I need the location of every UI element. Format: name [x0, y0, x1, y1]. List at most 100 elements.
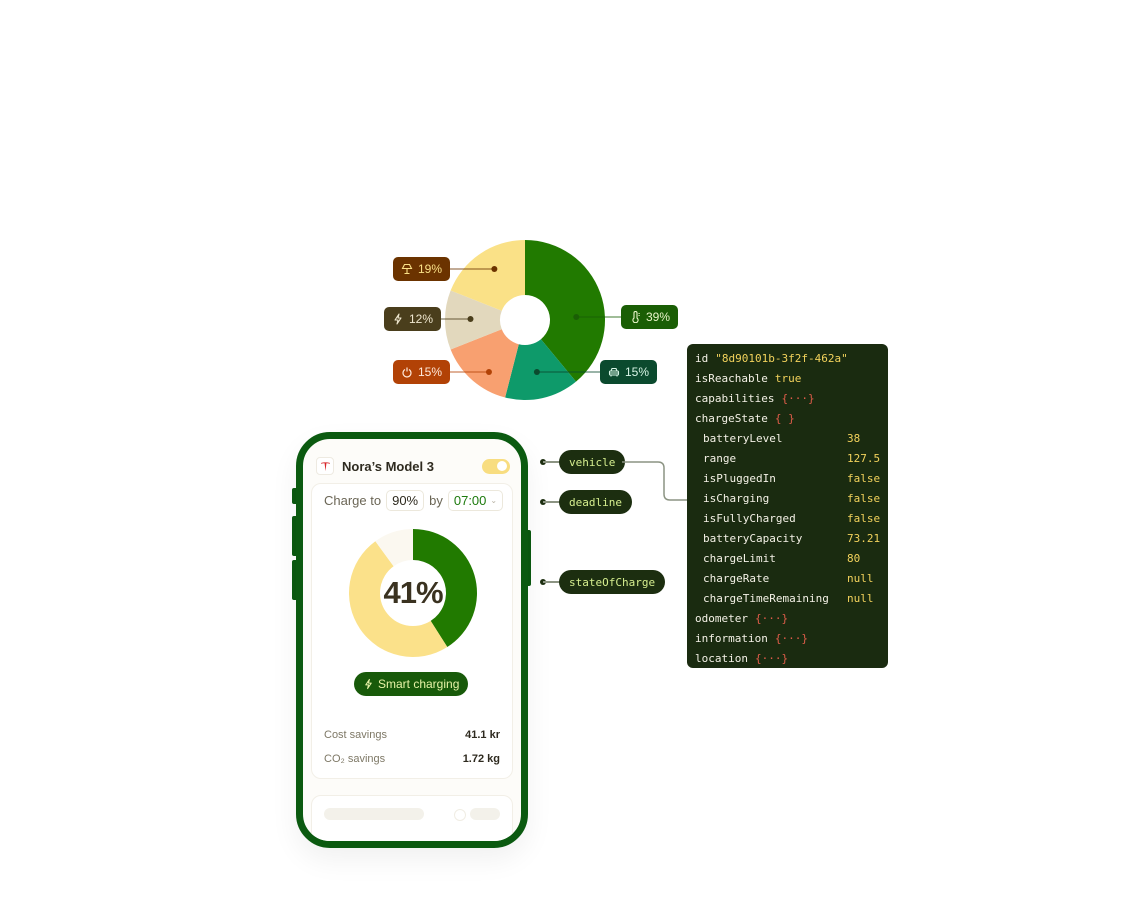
json-row-isReachable: isReachable true	[695, 368, 888, 388]
thermometer-icon	[632, 311, 640, 323]
json-key: chargeState	[695, 411, 768, 425]
json-key: isReachable	[695, 371, 768, 385]
lamp-icon	[401, 263, 413, 275]
json-row-odometer[interactable]: odometer {···}	[695, 608, 888, 628]
json-value: null	[847, 591, 874, 605]
pie-label-heating: 39%	[621, 305, 679, 329]
json-key: chargeLimit	[703, 551, 776, 565]
charge-card: Charge to 90% by 07:00 ⌄ 41% Smart charg…	[311, 483, 513, 779]
json-row-isFullyCharged: isFullyCharged false	[695, 508, 888, 528]
chevron-down-icon: ⌄	[490, 496, 498, 505]
pie-label-standby: 15%	[393, 360, 451, 384]
deadline-time-value: 07:00	[453, 493, 487, 508]
charge-target-select[interactable]: 90%	[386, 490, 425, 511]
json-row-isCharging: isCharging false	[695, 488, 888, 508]
pie-marker-dot	[533, 369, 540, 375]
vehicle-json-panel: id "8d90101b-3f2f-462a" isReachable true cap…	[687, 344, 888, 668]
stat-value: 41.1 kr	[465, 729, 500, 741]
json-key: chargeTimeRemaining	[703, 591, 829, 605]
placeholder-icon	[454, 809, 466, 821]
field-vehicle: vehicle	[559, 450, 626, 474]
json-row-chargeState[interactable]: chargeState { }	[695, 408, 888, 428]
phone-mockup: Nora’s Model 3 Charge to 90% by 07:00 ⌄ …	[296, 432, 528, 848]
json-value: false	[847, 491, 881, 505]
json-value: 127.5	[847, 451, 881, 465]
json-row-location[interactable]: location {···}	[695, 648, 888, 668]
json-key: information	[695, 631, 768, 645]
by-label: by	[429, 493, 443, 508]
pie-label-value: 15%	[418, 365, 443, 379]
json-key: odometer	[695, 611, 748, 625]
vehicle-header: Nora’s Model 3	[316, 453, 510, 479]
vehicle-toggle[interactable]	[482, 458, 510, 474]
pie-label-lighting: 19%	[393, 257, 451, 281]
pie-label-value: 15%	[625, 365, 650, 379]
tesla-logo-icon	[316, 457, 334, 475]
deadline-time-select[interactable]: 07:00 ⌄	[447, 490, 504, 511]
json-row-isPluggedIn: isPluggedIn false	[695, 468, 888, 488]
pie-label-other: 12%	[384, 307, 442, 331]
json-key: location	[695, 651, 748, 665]
pie-marker-dot	[491, 266, 498, 272]
json-collapse-toggle[interactable]: { }	[775, 412, 795, 425]
pie-label-vehicle: 15%	[600, 360, 658, 384]
pie-label-value: 39%	[646, 310, 671, 324]
json-row-batteryCapacity: batteryCapacity 73.21	[695, 528, 888, 548]
vehicle-name: Nora’s Model 3	[342, 458, 434, 474]
lightning-icon	[365, 678, 372, 690]
json-collapse-toggle[interactable]: {···}	[781, 392, 814, 405]
pie-label-value: 19%	[418, 262, 443, 276]
stat-row-cost: Cost savings 41.1 kr	[324, 729, 500, 741]
power-icon	[402, 367, 412, 378]
pie-marker-dot	[467, 316, 474, 322]
stat-value: 1.72 kg	[462, 753, 500, 765]
json-value: 80	[847, 551, 861, 565]
json-value: "8d90101b-3f2f-462a"	[715, 351, 848, 365]
json-collapse-toggle[interactable]: {···}	[755, 612, 788, 625]
state-of-charge-value: 41%	[383, 575, 443, 610]
charge-to-label: Charge to	[324, 493, 382, 508]
json-key: capabilities	[695, 391, 775, 405]
car-icon	[608, 367, 620, 377]
pie-slice-heating	[525, 240, 605, 382]
json-value: null	[847, 571, 874, 585]
pie-slice-other	[445, 290, 502, 350]
lightning-icon	[394, 313, 402, 325]
json-key: isCharging	[703, 491, 770, 505]
state-of-charge-ring: 41%	[348, 528, 478, 658]
skeleton-pill	[470, 808, 500, 820]
pie-label-value: 12%	[409, 312, 434, 326]
smart-charging-button[interactable]: Smart charging	[354, 672, 469, 696]
json-value: 38	[847, 431, 861, 445]
json-key: chargeRate	[703, 571, 770, 585]
json-key: isFullyCharged	[703, 511, 796, 525]
json-row-id: id "8d90101b-3f2f-462a"	[695, 348, 888, 368]
json-value: false	[847, 471, 881, 485]
smart-charging-label: Smart charging	[378, 677, 460, 691]
stat-label: CO₂ savings	[324, 753, 386, 765]
json-row-information[interactable]: information {···}	[695, 628, 888, 648]
json-key: isPluggedIn	[703, 471, 776, 485]
json-key: batteryCapacity	[703, 531, 803, 545]
json-value: false	[847, 511, 881, 525]
json-value: true	[774, 371, 802, 385]
stat-label: Cost savings	[324, 729, 387, 741]
pie-slice-lighting	[450, 240, 525, 311]
vehicle-connector-line	[622, 461, 688, 501]
json-row-range: range 127.5	[695, 448, 888, 468]
pie-marker-dot	[485, 369, 492, 375]
json-row-chargeRate: chargeRate null	[695, 568, 888, 588]
json-row-capabilities[interactable]: capabilities {···}	[695, 388, 888, 408]
json-key: id	[695, 351, 709, 365]
placeholder-card	[311, 795, 513, 841]
json-row-chargeTimeRemaining: chargeTimeRemaining null	[695, 588, 888, 608]
json-row-batteryLevel: batteryLevel 38	[695, 428, 888, 448]
pie-slice-vehicle	[505, 339, 576, 401]
json-key: batteryLevel	[703, 431, 783, 445]
json-key: range	[703, 451, 737, 465]
pie-marker-dot	[573, 314, 580, 320]
json-value: 73.21	[847, 531, 881, 545]
stat-row-co2: CO₂ savings 1.72 kg	[324, 753, 500, 765]
json-collapse-toggle[interactable]: {···}	[775, 632, 808, 645]
json-collapse-toggle[interactable]: {···}	[755, 652, 788, 665]
